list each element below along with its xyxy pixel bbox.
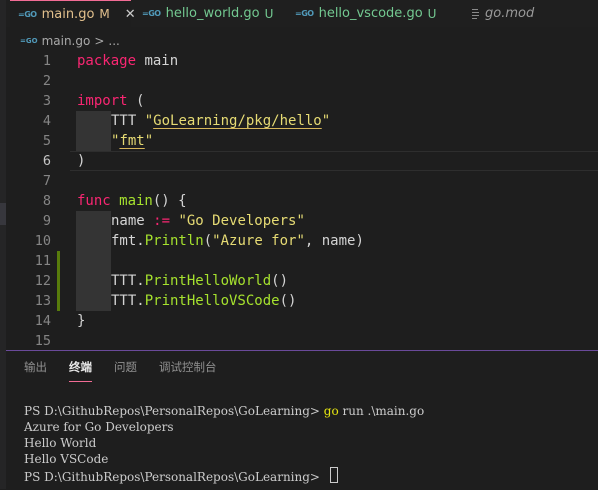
tab-label: go.mod (485, 6, 535, 21)
code-line: 12 TTT.PrintHelloWorld() (6, 271, 598, 291)
bottom-panel: 输出 终端 问题 调试控制台 PS D:\GithubRepos\Persona… (6, 350, 598, 490)
tab-hello-world-go[interactable]: =GO hello_world.go U (134, 0, 284, 27)
tab-output[interactable]: 输出 (24, 359, 47, 382)
code-line: 15 (6, 331, 598, 351)
line-number: 14 (34, 313, 51, 329)
file-lines-icon (470, 8, 480, 20)
line-number: 6 (42, 153, 51, 169)
code-line: 7 (6, 171, 598, 191)
code-line: 13 TTT.PrintHelloVSCode() (6, 291, 598, 311)
line-code: } (77, 313, 86, 329)
breadcrumb-separator: > (94, 34, 105, 48)
tab-terminal[interactable]: 终端 (69, 359, 92, 382)
editor-tab-bar: =GO main.go M ✕ =GO hello_world.go U =GO… (6, 0, 598, 27)
line-number: 1 (42, 53, 51, 69)
terminal-cursor (329, 467, 338, 483)
tab-label: main.go (41, 6, 95, 22)
line-code: name := "Go Developers" (76, 211, 305, 231)
code-line: 10 fmt.Println("Azure for", name) (6, 231, 598, 251)
code-line: 2 (6, 71, 598, 91)
untracked-badge: U (264, 6, 274, 21)
code-line: 5 "fmt" (6, 131, 598, 151)
code-line: 6 ) (6, 151, 598, 171)
panel-tabs: 输出 终端 问题 调试控制台 (24, 359, 217, 382)
code-line: 9 name := "Go Developers" (6, 211, 598, 231)
tab-hello-vscode-go[interactable]: =GO hello_vscode.go U (287, 0, 452, 27)
code-line: 4 TTT "GoLearning/pkg/hello" (6, 111, 598, 131)
tab-debug-console[interactable]: 调试控制台 (159, 359, 217, 382)
terminal-line: Hello World (24, 436, 97, 450)
line-code: func main() { (77, 193, 187, 209)
line-code: package main (77, 53, 179, 69)
line-code: TTT.PrintHelloWorld() (76, 271, 288, 291)
code-editor[interactable]: 1 package main 2 3 import ( 4 TTT "GoLea… (6, 51, 598, 349)
code-line: 14 } (6, 311, 598, 331)
go-file-icon: =GO (18, 9, 37, 19)
line-number: 15 (34, 333, 51, 349)
go-file-icon: =GO (20, 37, 38, 45)
untracked-badge: U (427, 6, 437, 21)
terminal-line: PS D:\GithubRepos\PersonalRepos\GoLearni… (24, 467, 424, 485)
terminal-line: Hello VSCode (24, 452, 109, 466)
line-number: 3 (42, 93, 51, 109)
terminal-output[interactable]: PS D:\GithubRepos\PersonalRepos\GoLearni… (24, 403, 424, 485)
line-number: 10 (34, 233, 51, 249)
code-line: 1 package main (6, 51, 598, 71)
line-code: import ( (77, 93, 145, 109)
go-file-icon: =GO (295, 9, 314, 18)
line-number: 9 (42, 213, 51, 229)
line-code (76, 251, 111, 271)
line-number: 7 (42, 173, 51, 189)
code-line: 3 import ( (6, 91, 598, 111)
line-number: 11 (34, 253, 51, 269)
modified-badge: M (99, 7, 110, 21)
line-code: fmt.Println("Azure for", name) (76, 231, 364, 251)
line-number: 4 (42, 113, 51, 129)
line-code: ) (77, 153, 86, 169)
tab-label: hello_vscode.go (318, 6, 423, 21)
breadcrumb-more[interactable]: ... (108, 34, 119, 48)
line-number: 12 (34, 273, 51, 289)
terminal-line: PS D:\GithubRepos\PersonalRepos\GoLearni… (24, 404, 425, 418)
line-code: TTT.PrintHelloVSCode() (76, 291, 296, 311)
tab-go-mod[interactable]: go.mod (462, 0, 598, 27)
line-number: 13 (34, 293, 51, 309)
line-code: "fmt" (76, 131, 153, 151)
tab-label: hello_world.go (165, 6, 260, 21)
breadcrumb: =GO main.go > ... (20, 32, 120, 50)
line-number: 5 (42, 133, 51, 149)
code-line: 8 func main() { (6, 191, 598, 211)
breadcrumb-file[interactable]: main.go (42, 34, 91, 48)
line-code: TTT "GoLearning/pkg/hello" (76, 111, 330, 131)
tab-problems[interactable]: 问题 (114, 359, 137, 382)
terminal-line: Azure for Go Developers (24, 420, 174, 434)
go-file-icon: =GO (142, 9, 161, 18)
line-number: 2 (42, 73, 51, 89)
code-line: 11 (6, 251, 598, 271)
tab-main-go[interactable]: =GO main.go M ✕ (10, 0, 136, 27)
line-number: 8 (42, 193, 51, 209)
